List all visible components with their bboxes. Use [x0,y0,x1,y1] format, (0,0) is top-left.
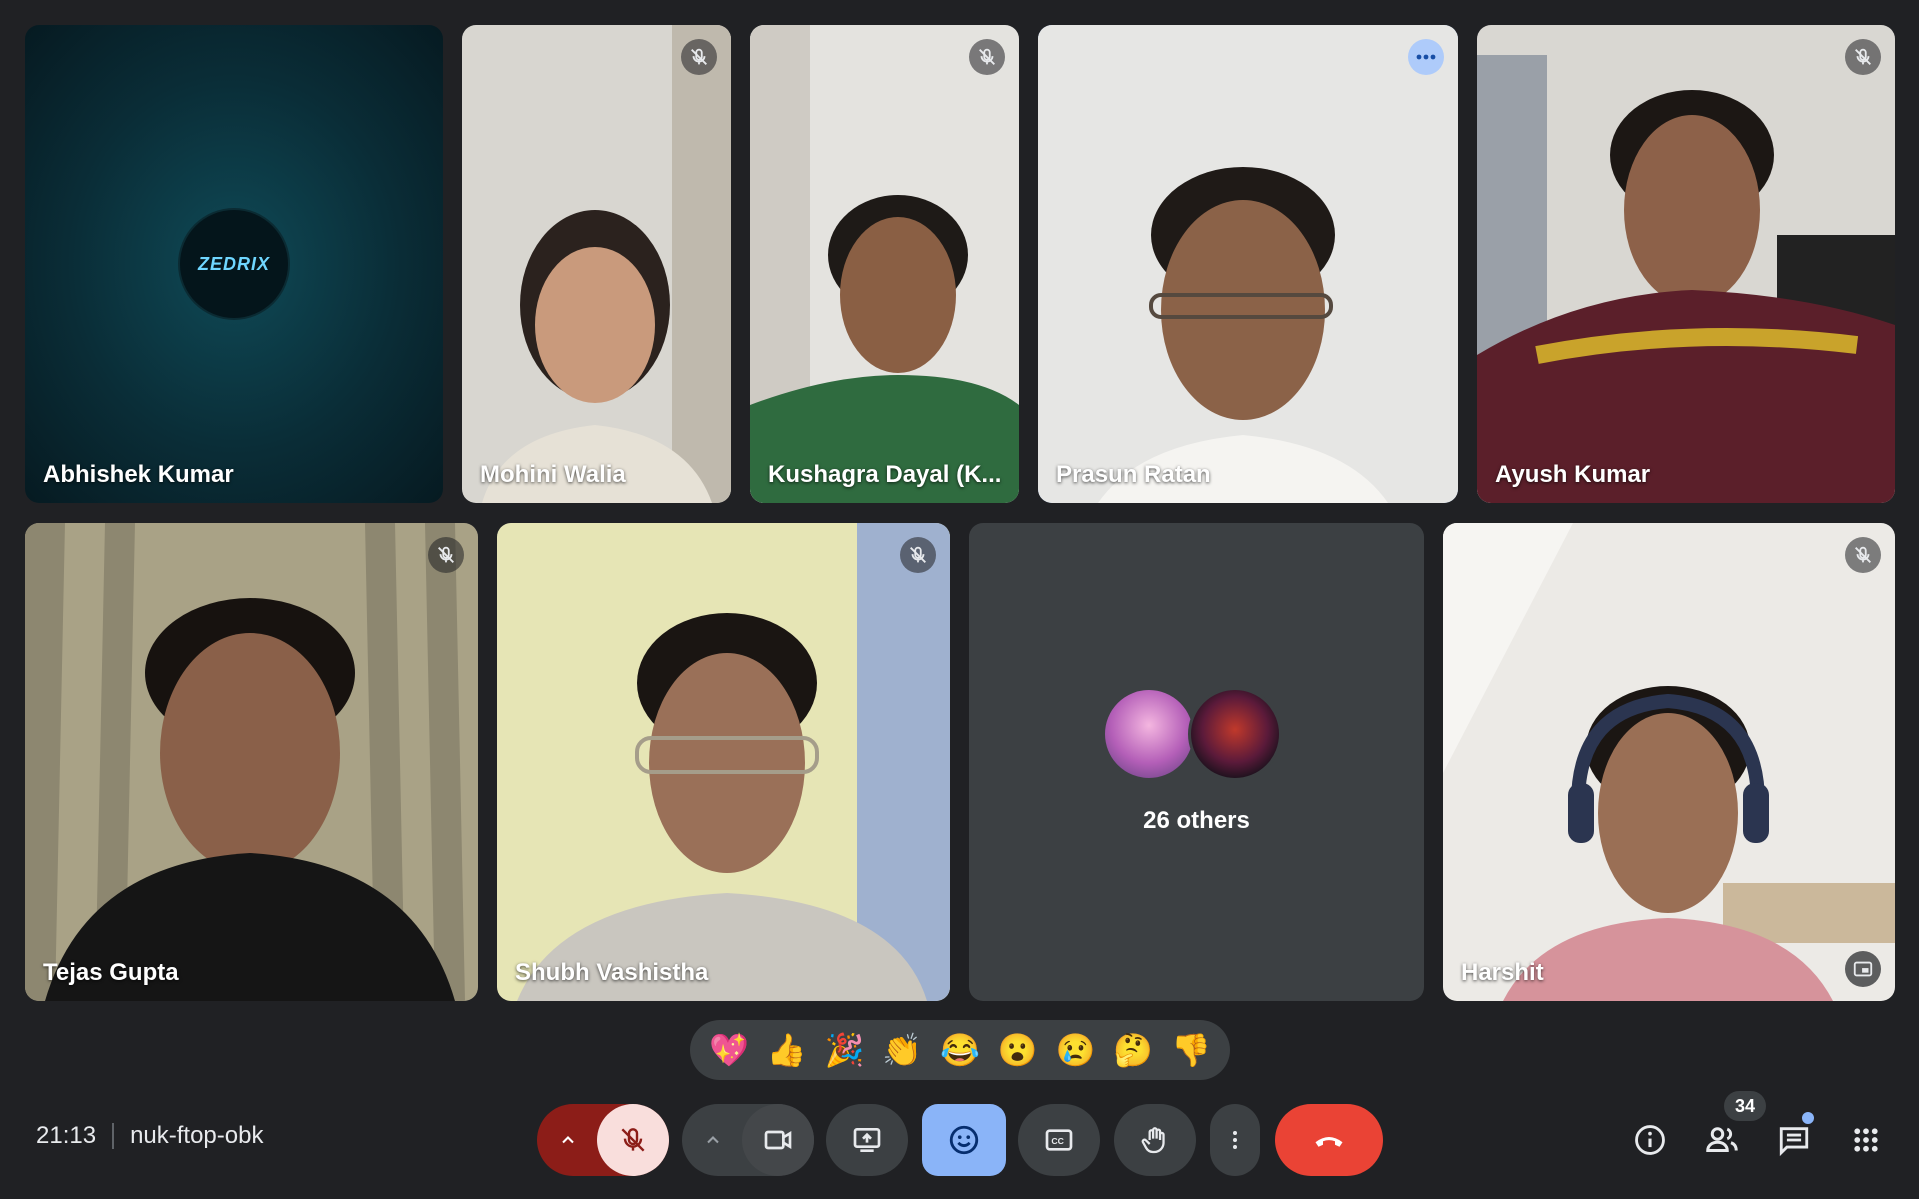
participant-tile-prasun-ratan[interactable]: Prasun Ratan [1038,25,1458,503]
svg-text:CC: CC [1051,1136,1064,1146]
participant-avatar [1101,687,1196,781]
apps-icon [1854,1128,1878,1152]
participant-avatar: ZEDRIX [180,210,288,318]
others-avatars [1101,687,1292,783]
participant-name: Shubh Vashistha [515,959,709,986]
end-call-icon [1315,1137,1343,1147]
mic-off-icon [1855,546,1871,563]
reactions-bar: 💖 👍 🎉 👏 😂 😮 😢 🤔 👎 [690,1020,1230,1080]
participant-name: Prasun Ratan [1056,461,1211,488]
audio-options-button[interactable] [537,1104,599,1176]
reaction-thumbs-down[interactable]: 👎 [1165,1024,1217,1076]
raise-hand-icon [1141,1127,1165,1154]
meeting-code: nuk-ftop-obk [130,1122,264,1149]
people-count-badge: 34 [1724,1091,1766,1121]
participant-tile-shubh-vashistha[interactable]: Shubh Vashistha [497,523,950,1001]
divider [112,1123,115,1149]
camera-control-group [682,1104,814,1176]
chevron-up-icon [562,1136,574,1144]
video-feed [497,523,950,1001]
muted-indicator [1845,537,1881,573]
video-feed [1443,523,1895,1001]
reaction-heart[interactable]: 💖 [703,1024,755,1076]
meeting-details-button[interactable] [1626,1116,1674,1164]
muted-indicator [969,39,1005,75]
mic-off-icon [910,546,926,563]
mic-off-icon [1855,48,1871,65]
more-options-button[interactable] [1210,1104,1260,1176]
mic-off-icon [438,546,454,563]
activities-button[interactable] [1842,1116,1890,1164]
participant-name: Tejas Gupta [43,959,179,986]
more-vert-icon [1233,1131,1237,1149]
reaction-sad[interactable]: 😢 [1049,1024,1101,1076]
reaction-thumbs-up[interactable]: 👍 [761,1024,813,1076]
video-options-button[interactable] [682,1104,744,1176]
reaction-surprised[interactable]: 😮 [992,1024,1044,1076]
participant-name: Kushagra Dayal (K... [768,461,1002,488]
camera-toggle-button[interactable] [742,1104,814,1176]
mic-off-icon [979,48,995,65]
chevron-up-icon [707,1136,719,1144]
tile-options-button[interactable] [1408,39,1444,75]
info-icon [1635,1125,1665,1155]
video-feed [750,25,1019,503]
reactions-button[interactable] [922,1104,1006,1176]
emoji-icon [949,1125,979,1155]
mic-control-group [537,1104,669,1176]
participant-tile-ayush-kumar[interactable]: Ayush Kumar [1477,25,1895,503]
present-button[interactable] [826,1104,908,1176]
reaction-clap[interactable]: 👏 [876,1024,928,1076]
meeting-info: 21:13 nuk-ftop-obk [36,1122,263,1150]
video-feed [1477,25,1895,503]
present-icon [853,1128,881,1152]
raise-hand-button[interactable] [1114,1104,1196,1176]
participant-tile-kushagra-dayal[interactable]: Kushagra Dayal (K... [750,25,1019,503]
participant-name: Mohini Walia [480,461,626,488]
participant-tile-abhishek-kumar[interactable]: ZEDRIX Abhishek Kumar [25,25,443,503]
captions-button[interactable]: CC [1018,1104,1100,1176]
avatar-logo-text: ZEDRIX [197,253,270,274]
video-feed [25,523,478,1001]
participant-tile-tejas-gupta[interactable]: Tejas Gupta [25,523,478,1001]
video-feed [1038,25,1458,503]
muted-indicator [681,39,717,75]
chat-icon [1779,1127,1809,1157]
muted-indicator [428,537,464,573]
participant-name: Ayush Kumar [1495,461,1651,488]
video-feed [462,25,731,503]
picture-in-picture-icon [1853,961,1873,977]
mic-off-icon [621,1128,645,1152]
picture-in-picture-button[interactable] [1845,951,1881,987]
participant-avatar [1187,687,1282,781]
people-icon [1706,1127,1738,1152]
reaction-laugh[interactable]: 😂 [934,1024,986,1076]
participant-tile-harshit[interactable]: Harshit [1443,523,1895,1001]
muted-indicator [1845,39,1881,75]
end-call-button[interactable] [1275,1104,1383,1176]
participant-name: Harshit [1461,959,1544,986]
chat-notification-dot [1800,1110,1816,1126]
people-button[interactable] [1698,1116,1746,1164]
video-camera-icon [764,1130,792,1150]
mic-off-icon [691,48,707,65]
muted-indicator [900,537,936,573]
meeting-time: 21:13 [36,1122,97,1149]
mic-toggle-button[interactable] [597,1104,669,1176]
others-count-label: 26 others [1143,807,1250,834]
more-horiz-icon [1416,54,1436,60]
reaction-party[interactable]: 🎉 [818,1024,870,1076]
reaction-thinking[interactable]: 🤔 [1107,1024,1159,1076]
participant-name: Abhishek Kumar [43,461,234,488]
participant-tile-mohini-walia[interactable]: Mohini Walia [462,25,731,503]
others-tile[interactable]: 26 others [969,523,1424,1001]
captions-icon: CC [1045,1129,1073,1151]
